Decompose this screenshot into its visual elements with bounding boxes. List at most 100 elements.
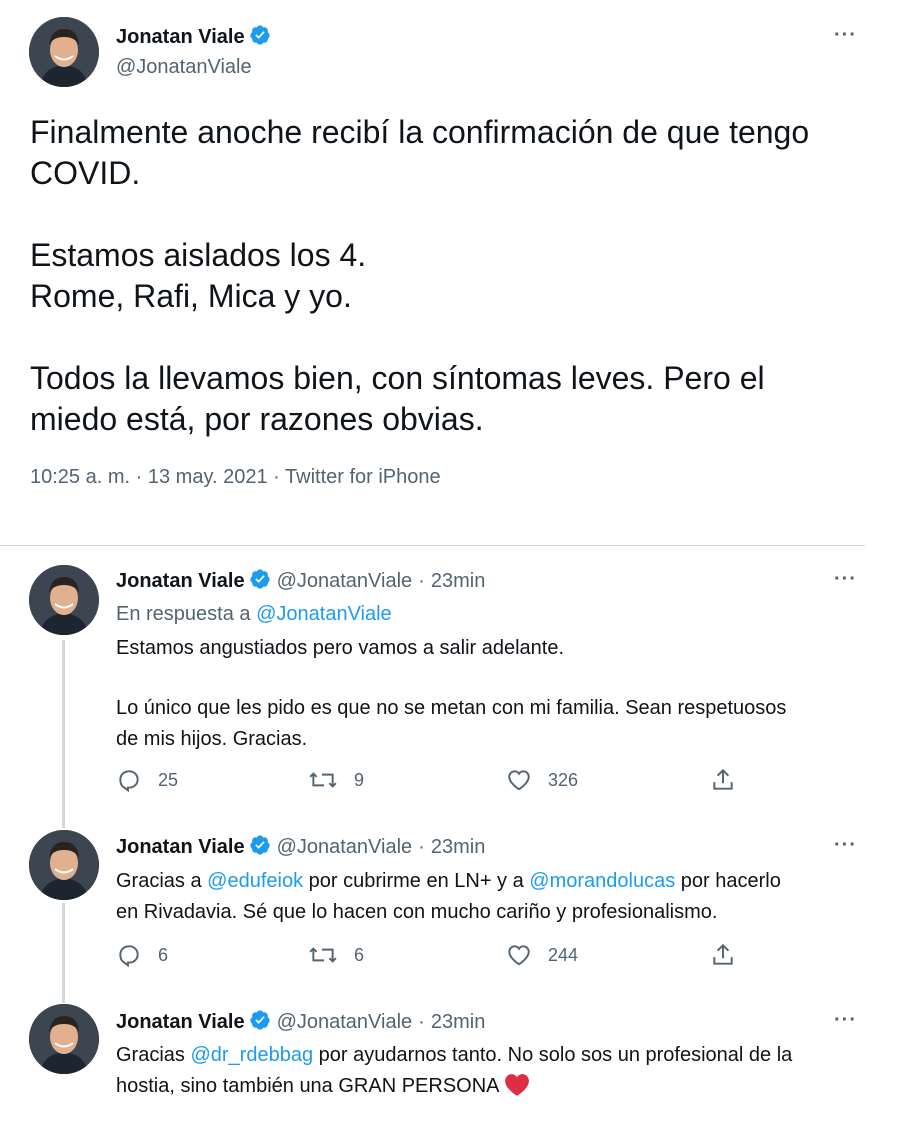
text-fragment: hostia, sino también una GRAN PERSONA (116, 1075, 499, 1097)
author-name[interactable]: Jonatan Viale (116, 24, 271, 49)
reply-header: Jonatan Viale @JonatanViale · 23min (116, 1009, 485, 1034)
reply-icon (119, 770, 139, 793)
verified-badge-icon (249, 1010, 270, 1030)
retweet-button[interactable]: 9 (308, 767, 364, 793)
tweet-paragraph: Estamos aislados los 4. Rome, Rafi, Mica … (30, 235, 870, 317)
tweet-text: Gracias a @edufeiok por cubrirme en LN+ … (116, 866, 856, 928)
avatar[interactable] (29, 830, 99, 900)
text-fragment: por hacerlo (675, 870, 781, 892)
text-fragment: Gracias a (116, 870, 208, 892)
avatar-photo (29, 565, 99, 635)
avatar-photo (29, 17, 99, 87)
divider (0, 545, 865, 546)
tweet-text: Finalmente anoche recibí la confirmación… (30, 112, 870, 440)
tweet-line: COVID. (30, 155, 141, 191)
retweet-icon (309, 772, 337, 788)
verified-badge-icon (249, 835, 270, 855)
author-handle[interactable]: @JonatanViale (277, 570, 413, 592)
retweet-count: 9 (354, 769, 365, 790)
tweet-line: Todos la llevamos bien, con síntomas lev… (30, 360, 765, 396)
reply-button[interactable]: 25 (116, 767, 178, 793)
mention-link[interactable]: @edufeiok (207, 870, 303, 892)
heart-icon (508, 770, 530, 791)
tweet-line: miedo está, por razones obvias. (30, 401, 484, 437)
tweet-line: hostia, sino también una GRAN PERSONA (116, 1071, 856, 1102)
avatar-photo (29, 830, 99, 900)
separator: · (418, 836, 425, 858)
avatar[interactable] (29, 17, 99, 87)
in-reply-to: En respuesta a @JonatanViale (116, 603, 392, 626)
separator: · (135, 466, 143, 488)
tweet-line: Estamos aislados los 4. (30, 237, 367, 273)
retweet-count: 6 (354, 944, 365, 965)
tweet-meta: 10:25 a. m. · 13 may. 2021 · Twitter for… (30, 466, 441, 489)
verified-badge-icon (249, 569, 270, 589)
tweet-line: Estamos angustiados pero vamos a salir a… (116, 637, 565, 659)
avatar[interactable] (29, 1004, 99, 1074)
tweet-text: Gracias @dr_rdebbag por ayudarnos tanto.… (116, 1040, 856, 1102)
like-count: 244 (548, 944, 579, 965)
verified-badge-icon (249, 25, 270, 45)
author-name[interactable]: Jonatan Viale (116, 570, 245, 592)
thread-connector-line (62, 640, 65, 828)
tweet-text: Estamos angustiados pero vamos a salir a… (116, 633, 856, 755)
author-name[interactable]: Jonatan Viale (116, 836, 245, 858)
reply-icon (119, 945, 139, 968)
reply-count: 6 (158, 944, 169, 965)
text-fragment: Gracias (116, 1044, 191, 1066)
tweet-time-link[interactable]: 10:25 a. m. · 13 may. 2021 (30, 466, 268, 488)
mention-link[interactable]: @dr_rdebbag (190, 1044, 313, 1066)
tweet-line: Rome, Rafi, Mica y yo. (30, 278, 352, 314)
separator: · (273, 466, 280, 488)
like-button[interactable]: 326 (506, 767, 578, 793)
like-count: 326 (548, 769, 579, 790)
reply-count: 25 (158, 769, 179, 790)
mention-link[interactable]: @morandolucas (529, 870, 675, 892)
reply-button[interactable]: 6 (116, 942, 168, 968)
red-heart-emoji-icon (505, 1074, 529, 1096)
tweet-line: de mis hijos. Gracias. (116, 728, 308, 750)
tweet-line: Lo único que les pido es que no se metan… (116, 697, 787, 719)
more-options-button[interactable]: ··· (834, 568, 857, 591)
share-button[interactable] (710, 767, 736, 793)
tweet-age[interactable]: 23min (431, 836, 485, 858)
text-fragment: por ayudarnos tanto. No solo sos un prof… (313, 1044, 793, 1066)
heart-icon (508, 945, 530, 966)
share-icon (713, 768, 733, 790)
tweet-actions: 6 6 244 (116, 942, 756, 972)
reply-header: Jonatan Viale @JonatanViale · 23min (116, 568, 485, 593)
tweet-time: 10:25 a. m. (30, 466, 131, 488)
retweet-icon (309, 947, 337, 963)
thread-connector-line (62, 903, 65, 1003)
separator: · (418, 570, 425, 592)
tweet-actions: 25 9 326 (116, 767, 756, 797)
tweet-date: 13 may. 2021 (147, 466, 268, 488)
tweet-paragraph: Finalmente anoche recibí la confirmación… (30, 112, 870, 194)
tweet-line: Gracias @dr_rdebbag por ayudarnos tanto.… (116, 1040, 856, 1071)
tweet-line: Finalmente anoche recibí la confirmación… (30, 114, 810, 150)
share-button[interactable] (710, 942, 736, 968)
author-handle[interactable]: @JonatanViale (277, 1011, 413, 1033)
tweet-line: Gracias a @edufeiok por cubrirme en LN+ … (116, 866, 856, 897)
text-fragment: por cubrirme en LN+ y a (303, 870, 530, 892)
retweet-button[interactable]: 6 (308, 942, 364, 968)
tweet-paragraph: Todos la llevamos bien, con síntomas lev… (30, 358, 870, 440)
tweet-age[interactable]: 23min (431, 570, 485, 592)
avatar[interactable] (29, 565, 99, 635)
author-handle[interactable]: @JonatanViale (116, 56, 252, 79)
in-reply-prefix: En respuesta a (116, 603, 251, 625)
avatar-photo (29, 1004, 99, 1074)
tweet-line: en Rivadavia. Sé que lo hacen con mucho … (116, 901, 718, 923)
tweet-age[interactable]: 23min (431, 1011, 485, 1033)
tweet-source-link[interactable]: Twitter for iPhone (285, 466, 441, 488)
like-button[interactable]: 244 (506, 942, 578, 968)
author-name[interactable]: Jonatan Viale (116, 1011, 245, 1033)
more-options-button[interactable]: ··· (834, 1009, 857, 1032)
share-icon (713, 943, 733, 965)
more-options-button[interactable]: ··· (834, 834, 857, 857)
author-name-text: Jonatan Viale (116, 26, 245, 48)
author-handle[interactable]: @JonatanViale (277, 836, 413, 858)
reply-header: Jonatan Viale @JonatanViale · 23min (116, 834, 485, 859)
mention-link[interactable]: @JonatanViale (256, 603, 392, 625)
more-options-button[interactable]: ··· (834, 24, 857, 47)
